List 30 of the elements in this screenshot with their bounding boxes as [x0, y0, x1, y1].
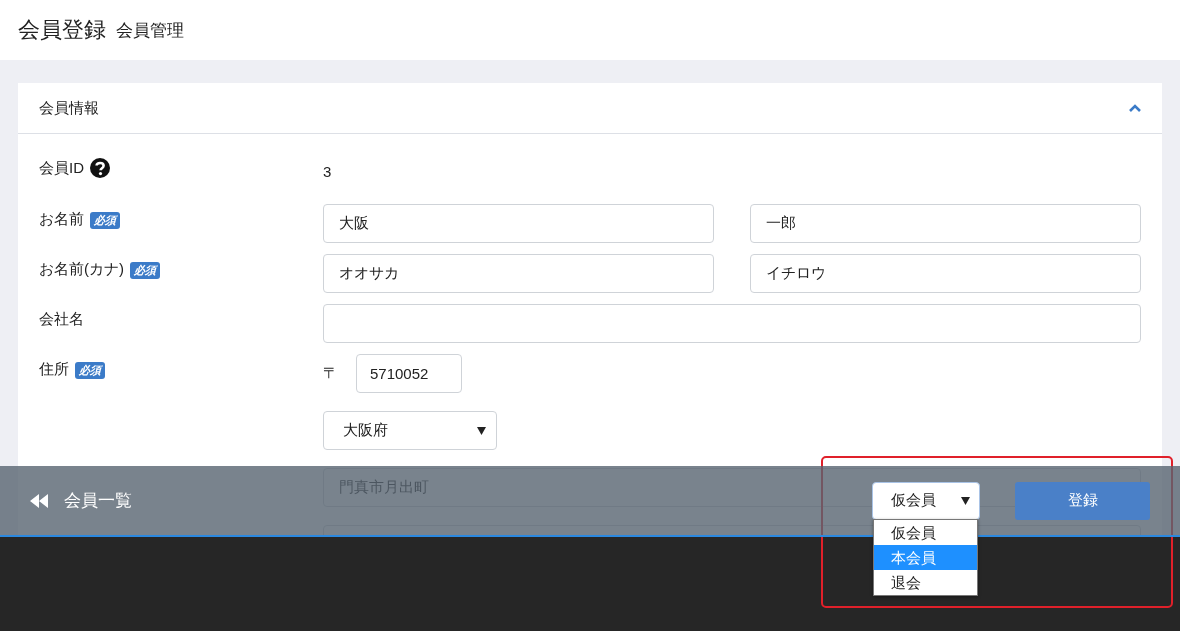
- text-field[interactable]: イチロウ: [750, 254, 1141, 293]
- field-label: 会社名: [39, 310, 84, 329]
- postal-mark: 〒: [323, 364, 338, 383]
- prefecture-select[interactable]: 大阪府: [323, 411, 497, 450]
- double-chevron-left-icon: [30, 493, 48, 508]
- caret-icon: [477, 426, 486, 435]
- text-field[interactable]: [323, 304, 1141, 343]
- chevron-up-icon[interactable]: [1128, 102, 1142, 114]
- field-label: 会員ID: [39, 159, 84, 178]
- text-field[interactable]: 一郎: [750, 204, 1141, 243]
- page-title: 会員登録: [18, 16, 106, 44]
- caret-icon: [961, 496, 970, 505]
- required-badge: 必須: [75, 362, 105, 379]
- required-badge: 必須: [90, 212, 120, 229]
- field-label: お名前(カナ): [39, 260, 124, 279]
- submit-button[interactable]: 登録: [1015, 481, 1150, 520]
- postal-code-field[interactable]: 5710052: [356, 354, 462, 393]
- card-title: 会員情報: [39, 98, 99, 118]
- page-subtitle: 会員管理: [116, 19, 184, 42]
- field-label: 住所: [39, 360, 69, 379]
- status-select[interactable]: 仮会員: [872, 481, 980, 520]
- required-badge: 必須: [130, 262, 160, 279]
- text-field[interactable]: 大阪: [323, 204, 714, 243]
- field-value: 3: [323, 162, 333, 180]
- field-label: お名前: [39, 210, 84, 229]
- back-link[interactable]: 会員一覧: [30, 489, 132, 512]
- dropdown-option[interactable]: 退会: [874, 569, 977, 595]
- text-field[interactable]: オオサカ: [323, 254, 714, 293]
- help-icon[interactable]: [90, 158, 110, 178]
- dropdown-option[interactable]: 仮会員: [874, 519, 977, 545]
